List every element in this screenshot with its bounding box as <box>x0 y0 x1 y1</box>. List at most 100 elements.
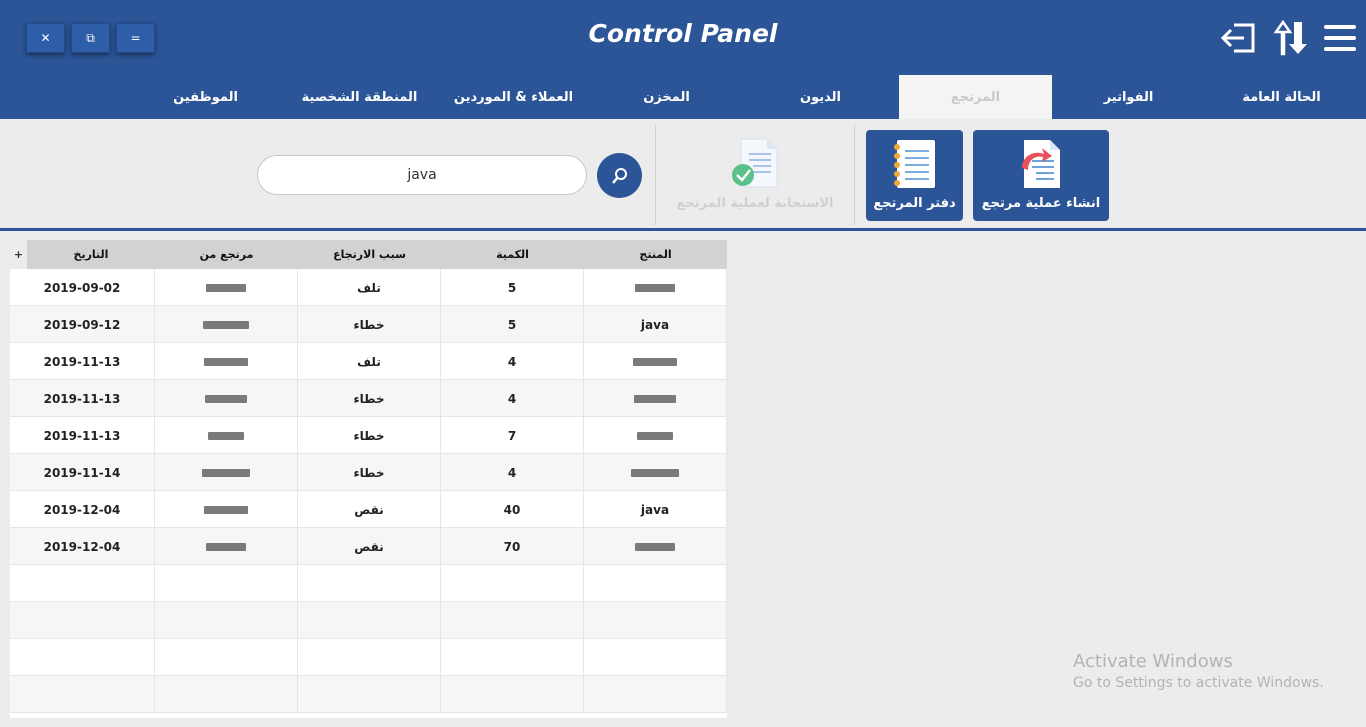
menu-icon[interactable] <box>1324 24 1356 56</box>
tab-personal-area[interactable]: المنطقة الشخصية <box>283 75 436 119</box>
table-row[interactable]: 70 نقص 2019-12-04 <box>10 528 727 565</box>
logout-icon[interactable] <box>1220 22 1256 58</box>
add-row-button[interactable]: + <box>10 240 27 269</box>
cell-quantity: 7 <box>441 417 584 454</box>
cell-return-reason: خطاء <box>298 380 441 417</box>
returns-ledger-label: دفتر المرتجع <box>873 196 956 211</box>
cell-date: 2019-11-14 <box>10 454 155 491</box>
notebook-icon <box>891 138 939 194</box>
cell-return-reason: خطاء <box>298 306 441 343</box>
cell-date <box>10 602 155 639</box>
redacted-text <box>635 542 675 551</box>
cell-product <box>584 602 727 639</box>
create-return-button[interactable]: انشاء عملية مرتجع <box>973 130 1109 221</box>
tab-warehouse[interactable]: المخزن <box>590 75 743 119</box>
cell-quantity <box>441 639 584 676</box>
table-row[interactable]: 4 تلف 2019-11-13 <box>10 343 727 380</box>
cell-returned-from <box>155 269 298 306</box>
cell-return-reason: تلف <box>298 343 441 380</box>
cell-returned-from <box>155 565 298 602</box>
toolbar: انشاء عملية مرتجع دفتر المرتجع الاستجابة… <box>0 119 1366 231</box>
cell-return-reason <box>298 639 441 676</box>
cell-return-reason <box>298 676 441 713</box>
cell-date <box>10 565 155 602</box>
redacted-text <box>633 357 677 366</box>
cell-date: 2019-09-12 <box>10 306 155 343</box>
cell-date: 2019-09-02 <box>10 269 155 306</box>
cell-quantity: 5 <box>441 306 584 343</box>
search-button[interactable] <box>597 153 642 198</box>
redacted-text <box>208 431 244 440</box>
tab-debts[interactable]: الديون <box>744 75 897 119</box>
cell-quantity <box>441 676 584 713</box>
cell-quantity: 4 <box>441 343 584 380</box>
cell-date <box>10 676 155 713</box>
cell-product <box>584 528 727 565</box>
cell-returned-from <box>155 417 298 454</box>
table-row[interactable]: 5 تلف 2019-09-02 <box>10 269 727 306</box>
cell-product <box>584 454 727 491</box>
cell-returned-from <box>155 639 298 676</box>
document-check-icon <box>727 137 783 195</box>
cell-product <box>584 417 727 454</box>
cell-quantity: 4 <box>441 380 584 417</box>
table-row[interactable]: java 40 نقص 2019-12-04 <box>10 491 727 528</box>
cell-quantity: 40 <box>441 491 584 528</box>
cell-returned-from <box>155 306 298 343</box>
tab-general-status[interactable]: الحالة العامة <box>1205 75 1358 119</box>
tab-employees[interactable]: الموظفين <box>129 75 282 119</box>
header-bar: ✕ ⧉ = Control Panel الحالة العامة الفوات… <box>0 0 1366 119</box>
respond-return-label: الاستجابة لعملية المرتجع <box>676 196 834 211</box>
column-header-quantity[interactable]: الكمية <box>441 240 584 269</box>
table-row[interactable]: java 5 خطاء 2019-09-12 <box>10 306 727 343</box>
cell-returned-from <box>155 380 298 417</box>
redacted-text <box>205 394 247 403</box>
redacted-text <box>631 468 679 477</box>
returns-ledger-button[interactable]: دفتر المرتجع <box>866 130 963 221</box>
cell-product: java <box>584 491 727 528</box>
table-row[interactable] <box>10 602 727 639</box>
table-row[interactable] <box>10 565 727 602</box>
column-header-return-reason[interactable]: سبب الارتجاع <box>298 240 441 269</box>
cell-date: 2019-12-04 <box>10 491 155 528</box>
table-row[interactable]: 4 خطاء 2019-11-14 <box>10 454 727 491</box>
table-row[interactable]: 4 خطاء 2019-11-13 <box>10 380 727 417</box>
cell-date: 2019-11-13 <box>10 417 155 454</box>
column-header-date[interactable]: التاريخ <box>27 240 155 269</box>
cell-returned-from <box>155 454 298 491</box>
redacted-text <box>204 505 248 514</box>
cell-return-reason: تلف <box>298 269 441 306</box>
cell-returned-from <box>155 491 298 528</box>
app-window: ✕ ⧉ = Control Panel الحالة العامة الفوات… <box>0 0 1366 727</box>
toolbar-divider <box>854 125 855 225</box>
redacted-text <box>634 394 676 403</box>
redacted-text <box>203 320 249 329</box>
redacted-text <box>202 468 250 477</box>
tab-customers-suppliers[interactable]: العملاء & الموردين <box>437 75 590 119</box>
cell-returned-from <box>155 343 298 380</box>
returns-table: + المنتج الكمية سبب الارتجاع مرتجع من ال… <box>10 240 727 718</box>
cell-product: java <box>584 306 727 343</box>
cell-returned-from <box>155 602 298 639</box>
cell-quantity: 70 <box>441 528 584 565</box>
table-header: + المنتج الكمية سبب الارتجاع مرتجع من ال… <box>10 240 727 269</box>
cell-quantity: 5 <box>441 269 584 306</box>
cell-product <box>584 343 727 380</box>
cell-quantity <box>441 602 584 639</box>
table-row[interactable]: 7 خطاء 2019-11-13 <box>10 417 727 454</box>
tab-returns[interactable]: المرتجع <box>899 75 1052 119</box>
cell-date <box>10 639 155 676</box>
column-header-product[interactable]: المنتج <box>584 240 727 269</box>
cell-return-reason: خطاء <box>298 454 441 491</box>
table-row[interactable] <box>10 676 727 713</box>
tab-invoices[interactable]: الفواتير <box>1052 75 1205 119</box>
column-header-returned-from[interactable]: مرتجع من <box>155 240 298 269</box>
search-icon <box>611 167 627 184</box>
sort-icon[interactable] <box>1272 19 1308 60</box>
cell-returned-from <box>155 676 298 713</box>
cell-product <box>584 676 727 713</box>
cell-product <box>584 269 727 306</box>
respond-return-button[interactable]: الاستجابة لعملية المرتجع <box>660 130 850 221</box>
search-input[interactable] <box>257 155 587 195</box>
table-row[interactable] <box>10 639 727 676</box>
